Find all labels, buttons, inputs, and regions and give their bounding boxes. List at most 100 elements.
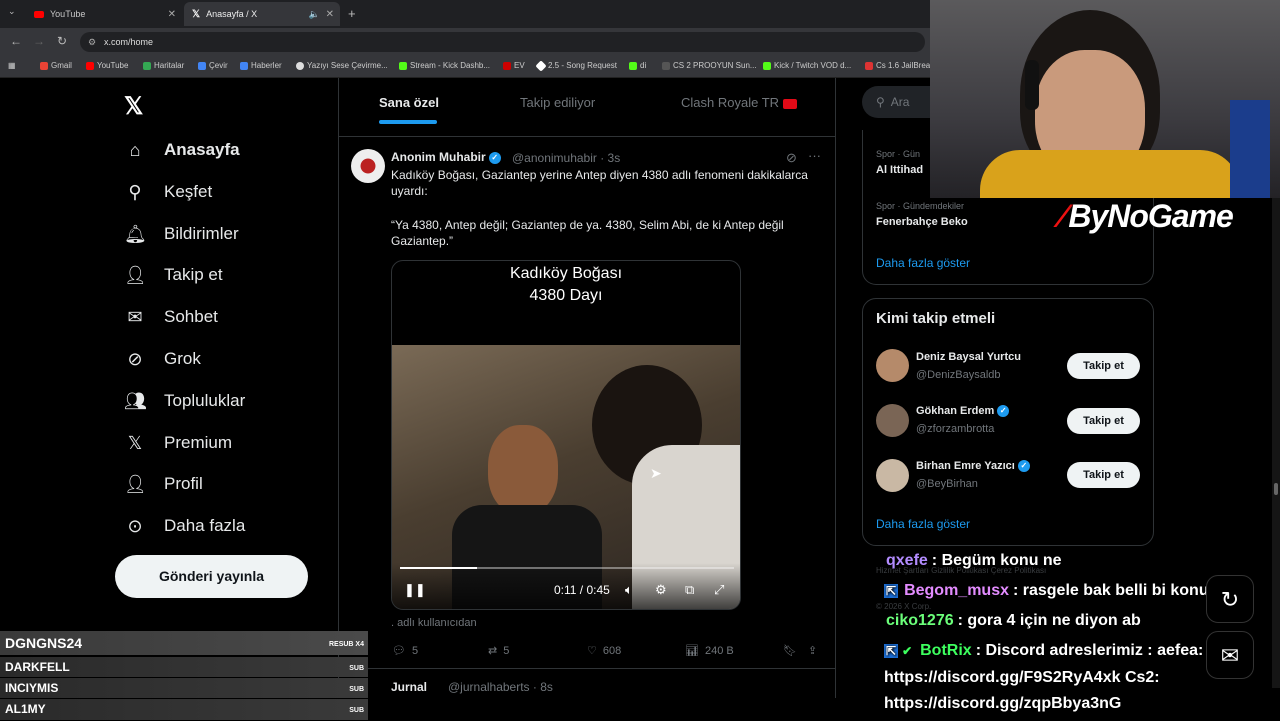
avatar[interactable] — [876, 404, 909, 437]
refresh-icon[interactable]: ↻ — [1206, 575, 1254, 623]
suggested-user-handle[interactable]: @BeyBirhan — [916, 478, 978, 490]
volume-icon[interactable]: 🔈︎ — [625, 582, 633, 598]
suggested-user-handle[interactable]: @DenizBaysaldb — [916, 369, 1001, 381]
scrollbar-thumb[interactable] — [1274, 483, 1278, 495]
repost-button[interactable]: ⇄ 5 — [488, 644, 509, 658]
mail-icon: ✉ — [127, 306, 143, 327]
tab-search-icon[interactable]: ⌄ — [8, 6, 16, 17]
tab-following[interactable]: Takip ediliyor — [520, 95, 595, 110]
suggested-user-name[interactable]: Deniz Baysal Yurtcu — [916, 351, 1021, 363]
url-text: x.com/home — [104, 37, 154, 47]
follow-button[interactable]: Takip et — [1067, 408, 1140, 434]
settings-icon[interactable]: ⚙ — [655, 582, 667, 598]
bookmark-kick[interactable]: Stream - Kick Dashb... — [399, 61, 490, 70]
nav-more[interactable]: ⊙ Daha fazla — [124, 511, 245, 541]
speaker-icon[interactable]: 🔈 — [309, 9, 320, 20]
nav-label: Anasayfa — [164, 140, 240, 159]
tweet-author-name[interactable]: Anonim Muhabir ✓ — [391, 150, 501, 164]
pause-icon[interactable]: ❚❚ — [404, 582, 426, 598]
grok-icon[interactable]: ⊘ — [786, 150, 797, 166]
suggested-user-name[interactable]: Birhan Emre Yazıcı ✓ — [916, 460, 1030, 473]
nav-communities[interactable]: 👥︎ Topluluklar — [124, 386, 245, 416]
tab-clash-royale[interactable]: Clash Royale TR — [681, 95, 797, 110]
site-info-icon[interactable]: ⚙ — [88, 32, 96, 52]
reply-button[interactable]: 💬︎ 5 — [392, 644, 418, 658]
back-icon[interactable]: ← — [10, 34, 22, 48]
bookmark-youtube[interactable]: YouTube — [86, 61, 128, 70]
trend-title[interactable]: Al Ittihad — [876, 164, 923, 176]
apps-icon[interactable]: ▦ — [8, 61, 16, 70]
share-button[interactable]: ⇪ — [808, 644, 817, 657]
bookmark-button[interactable]: 🔖︎ — [783, 644, 797, 657]
bookmark-label: 2.5 - Song Request — [548, 61, 617, 70]
follow-button[interactable]: Takip et — [1067, 353, 1140, 379]
nav-home[interactable]: ⌂ Anasayfa — [124, 135, 240, 165]
nav-label: Takip et — [164, 265, 223, 284]
tab-youtube[interactable]: YouTube ✕ — [26, 4, 182, 24]
new-tab-icon[interactable]: + — [348, 6, 356, 21]
bookmark-vod[interactable]: Kick / Twitch VOD d... — [763, 61, 851, 70]
bookmark-news[interactable]: Haberler — [240, 61, 282, 70]
mail-icon[interactable]: ✉ — [1206, 631, 1254, 679]
headphone-icon — [1025, 60, 1039, 110]
home-icon: ⌂ — [129, 139, 141, 160]
video-credit[interactable]: . adlı kullanıcıdan — [391, 617, 477, 629]
forward-icon[interactable]: → — [33, 34, 45, 48]
sub-name: DARKFELL — [5, 660, 70, 674]
bookmark-ev[interactable]: EV — [503, 61, 525, 70]
next-tweet-handle[interactable]: @jurnalhaberts · 8s — [448, 680, 553, 694]
trend-title[interactable]: Fenerbahçe Beko — [876, 216, 968, 228]
nav-notifications[interactable]: 🔔︎ Bildirimler — [124, 219, 239, 249]
bookmark-label: Yazıyı Sese Çevirme... — [307, 61, 388, 70]
post-button[interactable]: Gönderi yayınla — [115, 555, 308, 598]
bookmark-cs2[interactable]: CS 2 PROOYUN Sun... — [662, 61, 757, 70]
nav-profile[interactable]: 👤︎ Profil — [124, 469, 203, 499]
next-tweet-name[interactable]: Jurnal — [391, 680, 427, 694]
tab-x-home[interactable]: 𝕏 Anasayfa / X 🔈 ✕ — [184, 2, 340, 26]
nav-grok[interactable]: ⊘ Grok — [124, 344, 200, 374]
bookmark-gmail[interactable]: Gmail — [40, 61, 72, 70]
tweet-author-avatar[interactable] — [351, 149, 385, 183]
youtube-icon — [86, 61, 94, 70]
globe-icon — [296, 61, 304, 70]
nav-follow[interactable]: 👤︎ Takip et — [124, 260, 223, 290]
reload-icon[interactable]: ↻ — [57, 34, 67, 48]
close-icon[interactable]: ✕ — [168, 9, 176, 20]
bookmark-song-request[interactable]: 2.5 - Song Request — [535, 59, 617, 72]
avatar[interactable] — [876, 459, 909, 492]
video-player[interactable]: Kadıköy Boğası 4380 Dayı ➤ ❚❚ 0:11 / 0:4… — [391, 260, 741, 610]
suggested-user-handle[interactable]: @zforzambrotta — [916, 423, 994, 435]
tweet-handle[interactable]: @anonimuhabir · 3s — [512, 151, 620, 165]
fullscreen-icon[interactable]: ⤢ — [714, 582, 724, 598]
video-progress-bar[interactable] — [400, 567, 734, 569]
bookmark-translate[interactable]: Çevir — [198, 61, 228, 70]
like-button[interactable]: ♡ 608 — [587, 644, 621, 658]
suggested-user-name[interactable]: Gökhan Erdem ✓ — [916, 405, 1010, 418]
kick-icon — [763, 61, 771, 70]
video-progress-fill — [400, 567, 477, 569]
bookmark-jailbreak[interactable]: Cs 1.6 JailBrea — [865, 61, 930, 70]
show-more-trends-link[interactable]: Daha fazla göster — [876, 256, 970, 270]
url-input[interactable]: ⚙ x.com/home — [80, 32, 925, 52]
close-icon[interactable]: ✕ — [326, 9, 334, 20]
bookmark-tts[interactable]: Yazıyı Sese Çevirme... — [296, 61, 388, 70]
pip-icon[interactable]: ⧉ — [685, 582, 694, 598]
x-logo-icon[interactable]: 𝕏 — [124, 92, 143, 121]
more-options-icon[interactable]: ··· — [808, 148, 821, 163]
avatar[interactable] — [876, 349, 909, 382]
x-icon: 𝕏 — [192, 8, 201, 20]
tab-for-you[interactable]: Sana özel — [379, 95, 439, 110]
badge-icon: ⇱ — [884, 644, 899, 658]
nav-messages[interactable]: ✉ Sohbet — [124, 302, 217, 332]
views-button[interactable]: 📊︎ 240 B — [685, 644, 734, 658]
bookmark-di[interactable]: di — [629, 61, 646, 70]
nav-premium[interactable]: 𝕏 Premium — [124, 428, 232, 458]
chat-text: https://discord.gg/F9S2RyA4xk Cs2: — [884, 669, 1160, 686]
scrollbar[interactable] — [1272, 198, 1280, 688]
show-more-follow-link[interactable]: Daha fazla göster — [876, 517, 970, 531]
nav-explore[interactable]: ⚲ Keşfet — [124, 177, 212, 207]
divider — [338, 136, 836, 137]
sub-name: INCIYMIS — [5, 681, 59, 695]
bookmark-maps[interactable]: Haritalar — [143, 61, 184, 70]
follow-button[interactable]: Takip et — [1067, 462, 1140, 488]
